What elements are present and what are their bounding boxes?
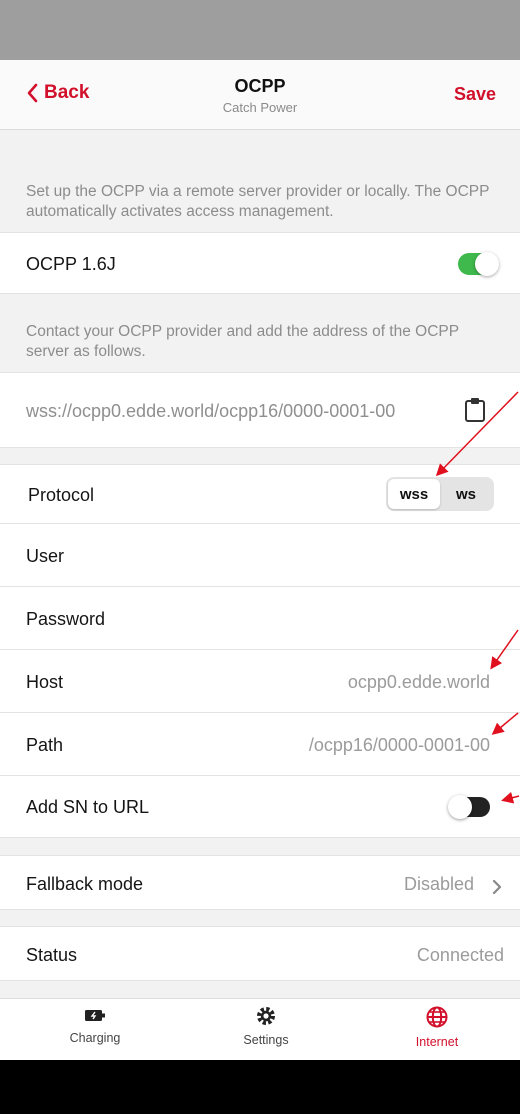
- tab-charging-label: Charging: [69, 1031, 121, 1045]
- chevron-right-icon: [492, 880, 502, 894]
- tab-bar: Charging Settings Internet: [0, 998, 520, 1060]
- intro-description: Set up the OCPP via a remote server prov…: [26, 183, 490, 220]
- protocol-segmented-control: wss ws: [386, 477, 494, 511]
- server-url-row: wss://ocpp0.edde.world/ocpp16/0000-0001-…: [0, 372, 520, 448]
- password-row[interactable]: Password: [0, 587, 520, 650]
- protocol-row: Protocol wss ws: [0, 464, 520, 524]
- ocpp-toggle-row: OCPP 1.6J: [0, 232, 520, 294]
- path-label: Path: [26, 735, 64, 755]
- save-button[interactable]: Save: [454, 84, 496, 105]
- tab-settings-label: Settings: [243, 1033, 289, 1047]
- status-bar: [0, 0, 520, 60]
- add-sn-label: Add SN to URL: [26, 797, 150, 817]
- ocpp-toggle-label: OCPP 1.6J: [26, 254, 116, 274]
- ocpp-toggle-switch[interactable]: [458, 252, 499, 276]
- protocol-option-ws[interactable]: ws: [440, 479, 492, 509]
- nav-bar: Back OCPP Catch Power Save: [0, 60, 520, 130]
- page-subtitle: Catch Power: [222, 100, 298, 115]
- add-sn-toggle-switch[interactable]: [448, 795, 490, 819]
- user-row[interactable]: User: [0, 524, 520, 587]
- fallback-mode-value: Disabled: [403, 874, 474, 894]
- protocol-option-wss[interactable]: wss: [388, 479, 440, 509]
- page-title: OCPP: [234, 76, 286, 96]
- password-label: Password: [26, 609, 106, 629]
- gear-icon: [257, 1007, 275, 1025]
- host-value: ocpp0.edde.world: [347, 672, 490, 692]
- tab-internet-label: Internet: [415, 1035, 459, 1049]
- tab-internet[interactable]: Internet: [372, 1005, 502, 1049]
- system-navigation-bar: [0, 1060, 520, 1114]
- host-row[interactable]: Host ocpp0.edde.world: [0, 650, 520, 713]
- status-value: Connected: [416, 945, 504, 965]
- add-sn-row: Add SN to URL: [0, 776, 520, 838]
- contact-description: Contact your OCPP provider and add the a…: [26, 323, 459, 360]
- protocol-label: Protocol: [28, 485, 95, 505]
- server-url-text: wss://ocpp0.edde.world/ocpp16/0000-0001-…: [26, 401, 396, 421]
- globe-icon: [426, 1006, 448, 1028]
- host-label: Host: [26, 672, 64, 692]
- fallback-mode-label: Fallback mode: [26, 874, 144, 894]
- tab-settings[interactable]: Settings: [201, 1005, 331, 1047]
- battery-icon: [85, 1010, 105, 1021]
- user-label: User: [26, 546, 65, 566]
- status-label: Status: [26, 945, 78, 965]
- path-row[interactable]: Path /ocpp16/0000-0001-00: [0, 713, 520, 776]
- path-value: /ocpp16/0000-0001-00: [308, 735, 490, 755]
- status-row: Status Connected: [0, 926, 520, 981]
- tab-charging[interactable]: Charging: [30, 1005, 160, 1045]
- fallback-mode-row[interactable]: Fallback mode Disabled: [0, 855, 520, 910]
- clipboard-icon[interactable]: [464, 397, 486, 423]
